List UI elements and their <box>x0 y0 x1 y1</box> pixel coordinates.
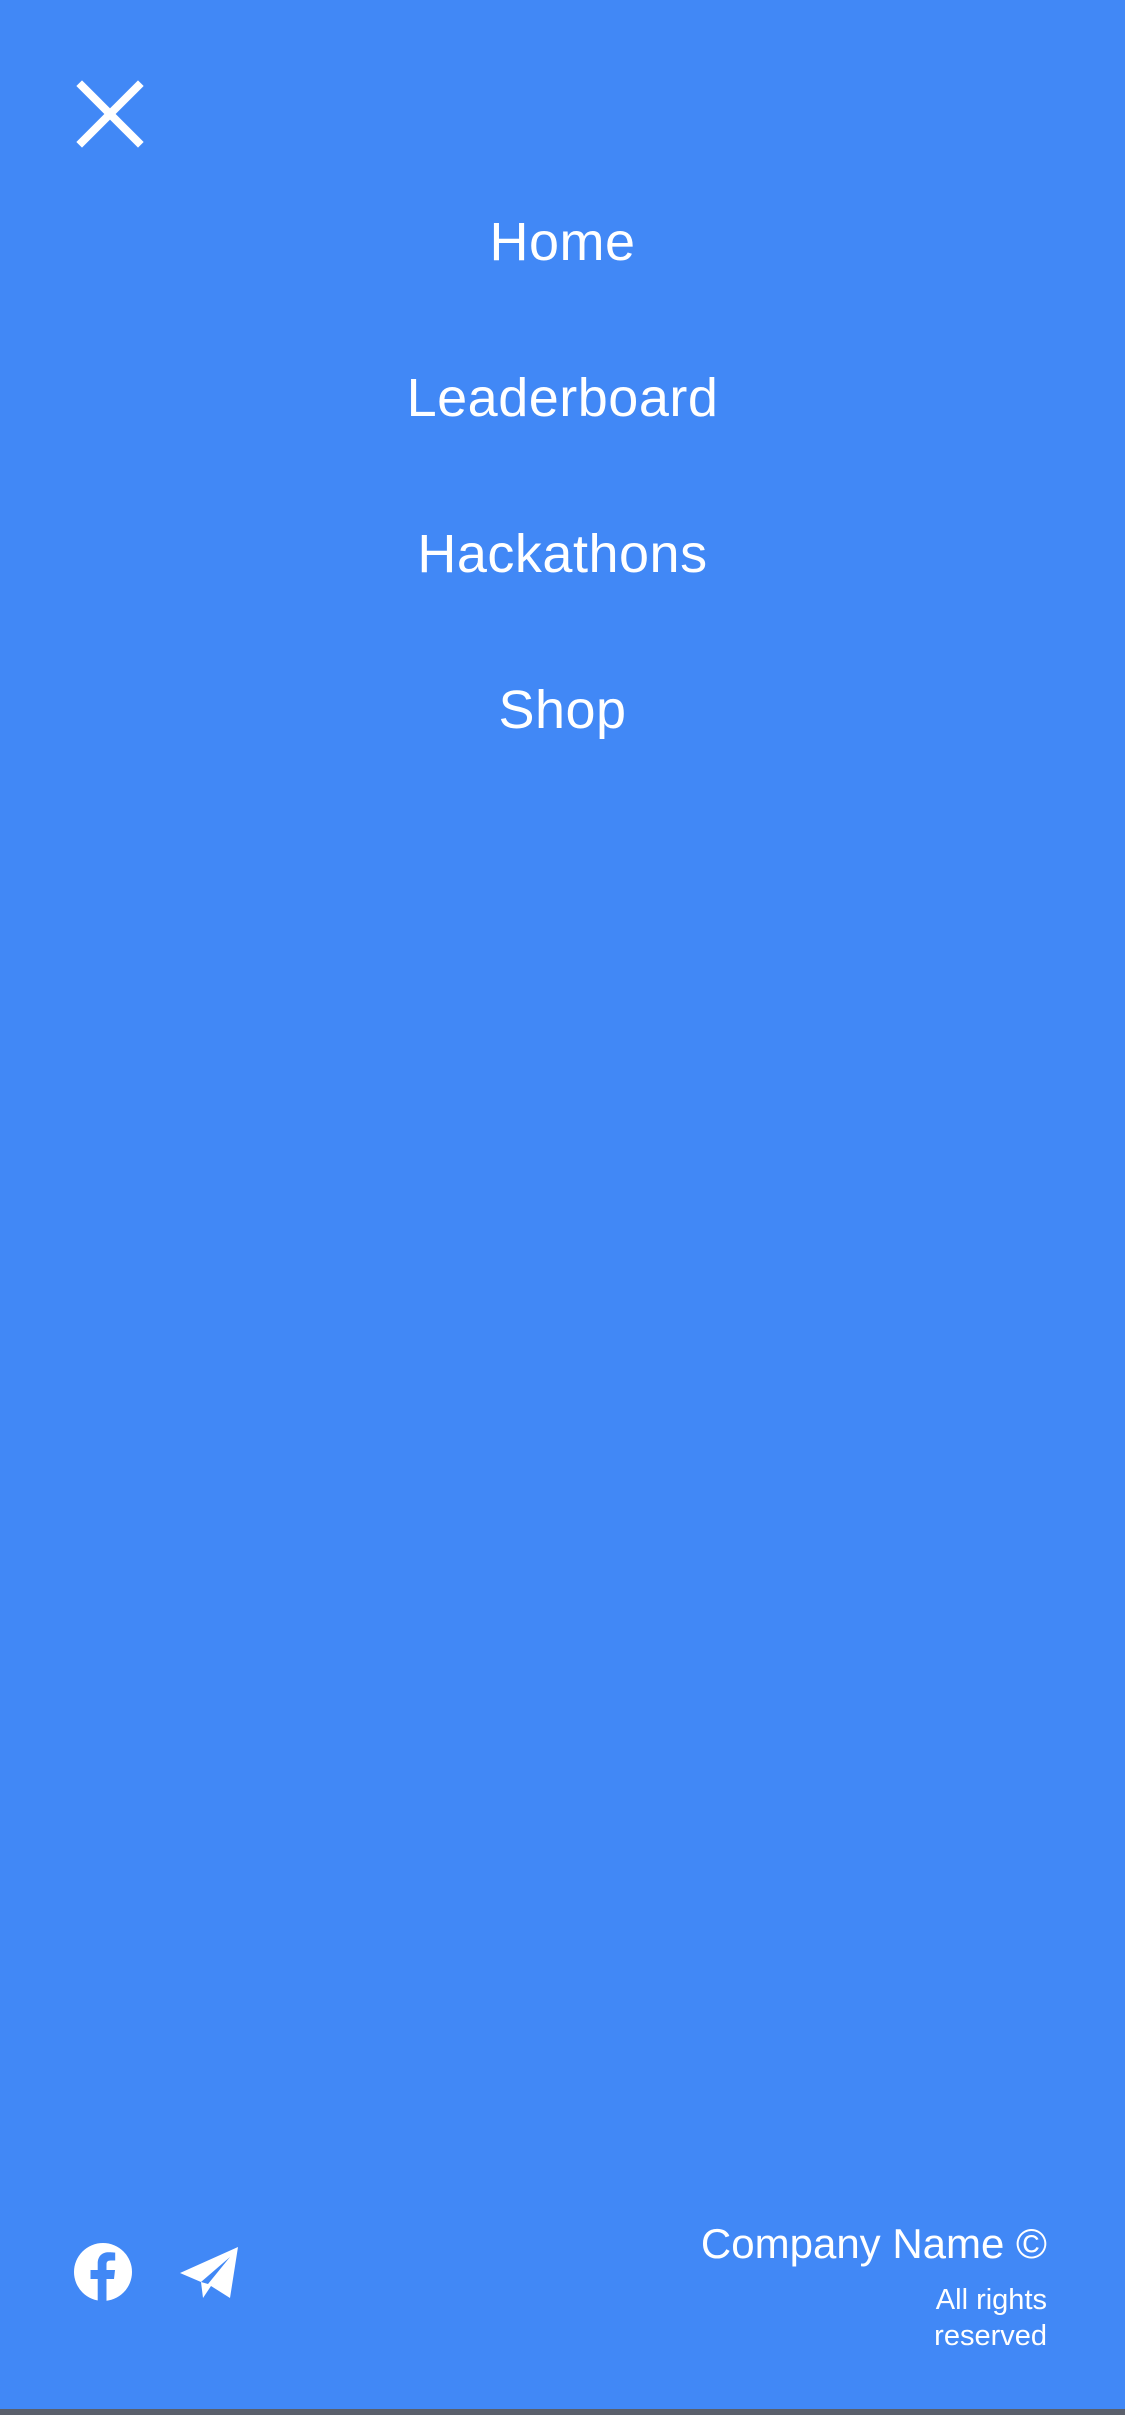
facebook-icon <box>74 2243 132 2303</box>
nav-menu: Home Leaderboard Hackathons Shop <box>0 192 1125 816</box>
telegram-link[interactable] <box>178 2241 240 2303</box>
company-name: Company Name © <box>700 2220 1047 2267</box>
menu-item-leaderboard[interactable]: Leaderboard <box>0 348 1125 504</box>
telegram-icon <box>180 2247 238 2298</box>
close-button[interactable] <box>72 76 148 152</box>
close-icon <box>76 80 144 148</box>
menu-item-home[interactable]: Home <box>0 192 1125 348</box>
bottom-divider <box>0 2409 1125 2415</box>
menu-item-shop[interactable]: Shop <box>0 660 1125 816</box>
footer-copyright: Company Name © All rights reserved <box>701 2218 1047 2354</box>
rights-text: All rights reserved <box>934 2284 1047 2352</box>
facebook-link[interactable] <box>72 2241 134 2303</box>
social-links <box>72 2232 284 2312</box>
menu-item-hackathons[interactable]: Hackathons <box>0 504 1125 660</box>
